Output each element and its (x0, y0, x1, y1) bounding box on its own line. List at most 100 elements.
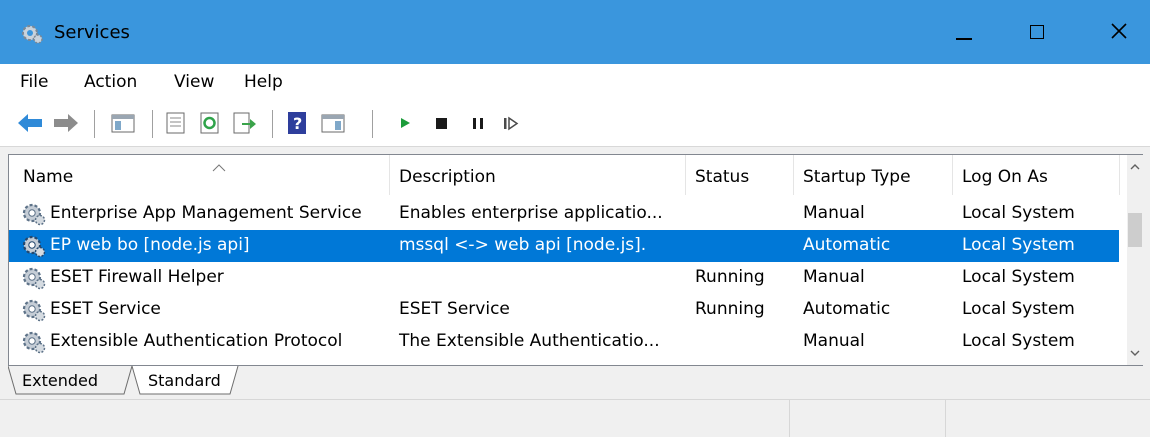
status-pane (789, 400, 946, 437)
maximize-icon (1030, 25, 1044, 39)
vertical-scrollbar[interactable] (1127, 155, 1143, 365)
service-log-on-as: Local System (962, 267, 1075, 287)
column-header-name[interactable]: Name (23, 167, 73, 187)
service-gear-icon (21, 233, 47, 259)
table-row[interactable]: ESET Firewall Helper Running Manual Loca… (9, 262, 1119, 294)
toolbar-separator (272, 110, 273, 138)
show-hide-action-pane-button[interactable] (320, 110, 348, 136)
refresh-button[interactable] (196, 110, 224, 136)
table-row[interactable]: Extensible Authentication Protocol The E… (9, 326, 1119, 358)
menu-file[interactable]: File (20, 72, 48, 92)
column-divider[interactable] (952, 155, 953, 195)
service-name: EP web bo [node.js api] (50, 235, 250, 255)
properties-button[interactable] (162, 110, 190, 136)
tab-extended-label: Extended (22, 371, 98, 390)
service-name: ESET Service (50, 299, 161, 319)
window-title: Services (54, 22, 130, 43)
forward-button[interactable] (52, 110, 80, 136)
close-icon (1106, 18, 1132, 44)
minimize-icon (956, 38, 972, 40)
toolbar: ? (0, 100, 1150, 147)
service-startup-type: Manual (803, 267, 865, 287)
stop-service-button[interactable] (428, 110, 456, 136)
help-icon: ? (284, 110, 312, 136)
column-divider[interactable] (389, 155, 390, 195)
service-description: ESET Service (399, 299, 510, 319)
export-list-button[interactable] (230, 110, 258, 136)
services-list[interactable]: Name Description Status Startup Type Log… (8, 154, 1143, 366)
table-row[interactable]: Enterprise App Management Service Enable… (9, 198, 1119, 230)
column-divider[interactable] (1119, 155, 1120, 195)
column-header-startup-type[interactable]: Startup Type (803, 167, 911, 187)
status-bar (0, 399, 1150, 437)
start-service-button[interactable] (392, 110, 420, 136)
stop-service-icon (428, 110, 456, 136)
view-tabs: Extended Standard (8, 366, 608, 398)
properties-icon (162, 110, 190, 136)
service-gear-icon (21, 297, 47, 323)
scroll-up-button[interactable] (1127, 157, 1143, 177)
service-log-on-as: Local System (962, 331, 1075, 351)
tab-standard[interactable]: Standard (132, 366, 238, 394)
scrollbar-thumb[interactable] (1128, 213, 1142, 247)
gears-icon (20, 21, 44, 45)
sort-ascending-icon (212, 157, 226, 177)
refresh-icon (196, 110, 224, 136)
table-row[interactable]: ESET Service ESET Service Running Automa… (9, 294, 1119, 326)
column-divider[interactable] (685, 155, 686, 195)
service-gear-icon (21, 265, 47, 291)
show-hide-console-tree-button[interactable] (110, 110, 138, 136)
service-startup-type: Manual (803, 203, 865, 223)
chevron-up-icon (1127, 162, 1143, 182)
service-name: Extensible Authentication Protocol (50, 331, 343, 351)
service-description: mssql <-> web api [node.js]. (399, 235, 647, 255)
service-name: ESET Firewall Helper (50, 267, 224, 287)
service-name: Enterprise App Management Service (50, 203, 362, 223)
pause-service-button[interactable] (464, 110, 492, 136)
column-header-log-on-as[interactable]: Log On As (962, 167, 1048, 187)
service-gear-icon (21, 329, 47, 355)
restart-service-icon (496, 110, 524, 136)
menu-view[interactable]: View (174, 72, 214, 92)
restart-service-button[interactable] (496, 110, 524, 136)
service-status: Running (695, 299, 765, 319)
tab-extended[interactable]: Extended (8, 366, 132, 394)
column-headers: Name Description Status Startup Type Log… (9, 155, 1121, 195)
menu-bar: File Action View Help (0, 64, 1150, 100)
service-gear-icon (21, 201, 47, 227)
maximize-button[interactable] (1012, 0, 1062, 64)
svg-text:?: ? (293, 114, 302, 133)
service-status: Running (695, 267, 765, 287)
toolbar-separator (372, 110, 373, 138)
tab-standard-label: Standard (148, 371, 221, 390)
toolbar-separator (94, 110, 95, 138)
service-startup-type: Manual (803, 331, 865, 351)
column-divider[interactable] (793, 155, 794, 195)
back-arrow-icon (16, 110, 44, 136)
close-button[interactable] (1086, 0, 1150, 64)
menu-help[interactable]: Help (244, 72, 283, 92)
minimize-button[interactable] (942, 0, 992, 64)
pause-service-icon (464, 110, 492, 136)
show-hide-action-pane-icon (320, 110, 348, 136)
table-row-selected[interactable]: EP web bo [node.js api] mssql <-> web ap… (9, 230, 1119, 262)
show-hide-console-tree-icon (110, 110, 138, 136)
help-button[interactable]: ? (284, 110, 312, 136)
back-button[interactable] (16, 110, 44, 136)
service-log-on-as: Local System (962, 299, 1075, 319)
status-pane (945, 400, 1150, 437)
services-window: Services File Action View Help ? Name De… (0, 0, 1150, 437)
menu-action[interactable]: Action (84, 72, 137, 92)
title-bar[interactable]: Services (0, 0, 1150, 64)
chevron-down-icon (1127, 348, 1143, 368)
service-log-on-as: Local System (962, 235, 1075, 255)
service-startup-type: Automatic (803, 235, 891, 255)
toolbar-separator (152, 110, 153, 138)
service-startup-type: Automatic (803, 299, 891, 319)
column-header-description[interactable]: Description (399, 167, 496, 187)
scroll-down-button[interactable] (1127, 343, 1143, 363)
service-description: Enables enterprise applicatio... (399, 203, 663, 223)
column-header-status[interactable]: Status (695, 167, 749, 187)
export-list-icon (230, 110, 258, 136)
service-description: The Extensible Authenticatio... (399, 331, 660, 351)
